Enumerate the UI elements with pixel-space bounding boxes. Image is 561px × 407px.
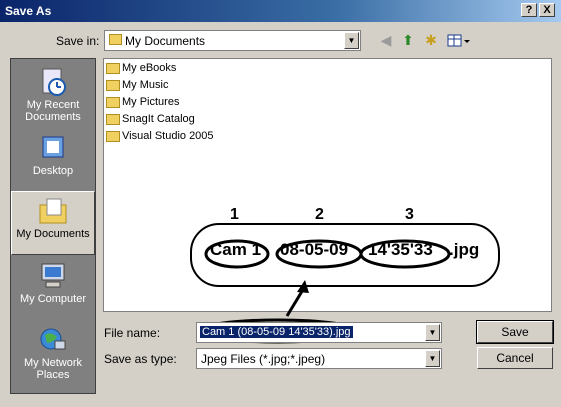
save-as-type-label: Save as type:: [104, 352, 177, 366]
save-as-type-dropdown[interactable]: Jpeg Files (*.jpg;*.jpeg) ▼: [196, 348, 442, 369]
file-name-input[interactable]: Cam 1 (08-05-09 14'35'33).jpg ▼: [196, 322, 442, 343]
annotation-part-extension: .jpg: [449, 240, 480, 259]
save-as-type-value: Jpeg Files (*.jpg;*.jpeg): [201, 352, 326, 366]
file-name-value: Cam 1 (08-05-09 14'35'33).jpg: [200, 326, 353, 338]
save-button[interactable]: Save: [476, 320, 554, 344]
annotation-number-3: 3: [405, 206, 414, 223]
file-name-label: File name:: [104, 326, 161, 340]
annotation-part-camera: Cam 1: [210, 240, 262, 259]
annotation-part-date: 08-05-09: [280, 240, 349, 259]
cancel-button[interactable]: Cancel: [477, 347, 553, 369]
annotation-number-2: 2: [315, 206, 324, 223]
annotation-number-1: 1: [230, 206, 239, 223]
annotation-part-time: 14'35'33: [368, 240, 433, 259]
chevron-down-icon[interactable]: ▼: [425, 350, 440, 367]
annotation-overlay: [190, 223, 500, 344]
chevron-down-icon[interactable]: ▼: [425, 324, 440, 341]
